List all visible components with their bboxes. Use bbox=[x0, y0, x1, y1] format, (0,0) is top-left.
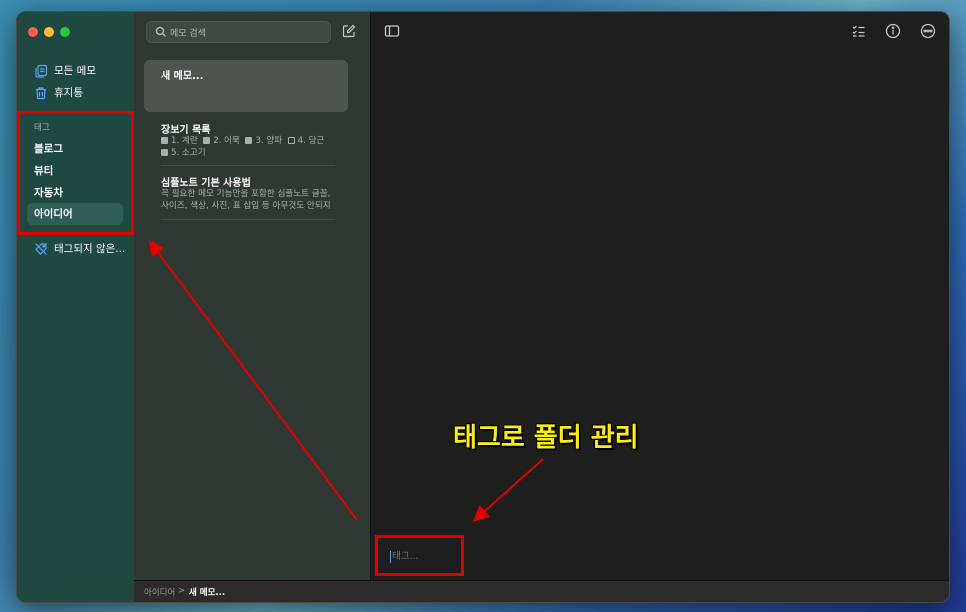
sidebar-item-untagged[interactable]: 태그되지 않은... bbox=[34, 241, 125, 256]
divider bbox=[161, 219, 335, 220]
search-input[interactable]: 메모 검색 bbox=[146, 21, 331, 43]
note-title: 장보기 목록 bbox=[161, 125, 211, 136]
sidebar-item-label: 모든 메모 bbox=[54, 65, 96, 77]
note-title: 새 메모... bbox=[161, 71, 204, 82]
checklist-icon[interactable] bbox=[851, 23, 867, 39]
tag-slash-icon bbox=[35, 242, 47, 255]
annotation-box-tag-input bbox=[375, 535, 464, 576]
trash-icon bbox=[36, 86, 46, 99]
search-icon bbox=[155, 26, 167, 38]
checkbox-checked-icon bbox=[203, 137, 211, 144]
sidebar-item-all-notes[interactable]: 모든 메모 bbox=[34, 63, 96, 78]
note-list: 메모 검색 새 메모... 장보기 목록 1. 계란 2. 어묵 3. 양파 4… bbox=[134, 12, 371, 580]
note-checklist-preview: 1. 계란 2. 어묵 3. 양파 4. 당근 bbox=[161, 135, 324, 147]
checkbox-unchecked-icon bbox=[287, 137, 295, 144]
note-preview: 사이즈, 색상, 사진, 표 삽입 등 아무것도 안되지 bbox=[161, 201, 331, 211]
note-title: 심플노트 기본 사용법 bbox=[161, 178, 251, 189]
breadcrumb-current: 새 메모... bbox=[189, 588, 226, 598]
breadcrumb-separator: > bbox=[178, 586, 186, 596]
zoom-window-button[interactable] bbox=[60, 27, 70, 37]
search-placeholder: 메모 검색 bbox=[170, 29, 206, 39]
more-icon[interactable] bbox=[920, 23, 936, 39]
sidebar-toggle-icon[interactable] bbox=[384, 23, 400, 39]
sidebar: 모든 메모 휴지통 태그 블로그 뷰티 자동차 아이디어 태그되지 않은... bbox=[17, 12, 134, 602]
notes-icon bbox=[35, 64, 48, 78]
minimize-window-button[interactable] bbox=[44, 27, 54, 37]
note-editor[interactable]: 태그로 폴더 관리 태그... bbox=[371, 12, 949, 580]
annotation-box-tags bbox=[17, 111, 134, 235]
app-window: 모든 메모 휴지통 태그 블로그 뷰티 자동차 아이디어 태그되지 않은... … bbox=[16, 11, 950, 603]
checkbox-checked-icon bbox=[245, 137, 253, 144]
note-item-shopping[interactable]: 장보기 목록 1. 계란 2. 어묵 3. 양파 4. 당근 5. 소고기 bbox=[144, 118, 348, 168]
close-window-button[interactable] bbox=[28, 27, 38, 37]
info-icon[interactable] bbox=[885, 23, 901, 39]
breadcrumb-parent[interactable]: 아이디어 bbox=[144, 586, 175, 598]
note-preview: 꼭 필요한 메모 기능만을 포함한 심플노트 글꼴, bbox=[161, 189, 331, 199]
sidebar-item-label: 태그되지 않은... bbox=[54, 243, 126, 255]
note-item-new[interactable]: 새 메모... bbox=[144, 60, 348, 112]
note-item-guide[interactable]: 심플노트 기본 사용법 꼭 필요한 메모 기능만을 포함한 심플노트 글꼴, 사… bbox=[144, 172, 348, 222]
note-checklist-preview-line2: 5. 소고기 bbox=[161, 147, 206, 159]
annotation-text: 태그로 폴더 관리 bbox=[453, 423, 639, 453]
checkbox-checked-icon bbox=[161, 149, 168, 156]
sidebar-item-label: 휴지통 bbox=[54, 87, 83, 99]
checkbox-checked-icon bbox=[161, 137, 168, 144]
compose-icon[interactable] bbox=[342, 24, 356, 38]
sidebar-item-trash[interactable]: 휴지통 bbox=[34, 85, 83, 100]
divider bbox=[161, 165, 335, 166]
breadcrumb: 아이디어 > 새 메모... bbox=[134, 580, 949, 602]
